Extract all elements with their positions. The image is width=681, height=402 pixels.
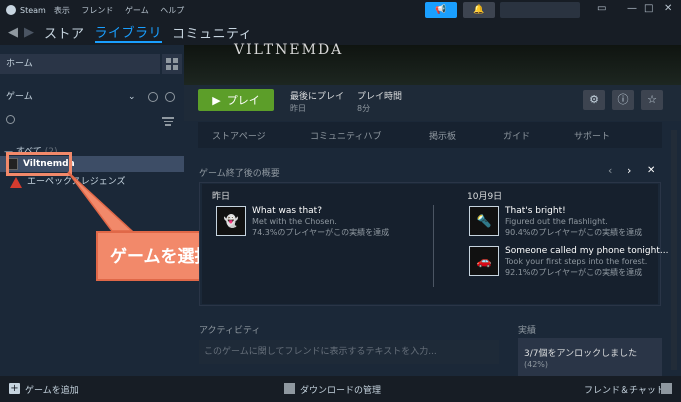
activity-title: アクティビティ bbox=[199, 326, 261, 336]
achievement-percent: 90.4%のプレイヤーがこの実績を達成 bbox=[505, 228, 643, 237]
flashlight-icon: 🔦 bbox=[469, 206, 499, 236]
tab-store-page[interactable]: ストアページ bbox=[212, 129, 266, 142]
play-button[interactable]: ▶ プレイ bbox=[198, 89, 274, 111]
summary-panel bbox=[199, 182, 661, 306]
tab-discussions[interactable]: 掲示板 bbox=[429, 129, 456, 142]
hero-title: VILTNEMDA bbox=[234, 42, 344, 58]
car-icon: 🚗 bbox=[469, 246, 499, 276]
achievement-title: What was that? bbox=[252, 206, 322, 216]
downloads-button[interactable]: ダウンロードの管理 bbox=[300, 383, 381, 396]
ghost-icon: 👻 bbox=[216, 206, 246, 236]
star-icon[interactable]: ☆ bbox=[641, 90, 663, 110]
gear-icon[interactable]: ⚙ bbox=[583, 90, 605, 110]
achievement-desc: Figured out the flashlight. bbox=[505, 217, 608, 226]
achievements-percent: (42%) bbox=[524, 360, 549, 369]
achievement-percent: 92.1%のプレイヤーがこの実績を達成 bbox=[505, 268, 643, 277]
prev-arrow-icon[interactable]: ‹ bbox=[608, 164, 612, 177]
play-label: プレイ bbox=[226, 94, 260, 107]
last-played-label: 最後にプレイ bbox=[290, 92, 345, 102]
achievement-desc: Met with the Chosen. bbox=[252, 217, 337, 226]
scrollbar[interactable] bbox=[671, 130, 677, 370]
callout-text: ゲームを選択 bbox=[110, 247, 212, 267]
achievement-desc: Took your first steps into the forest. bbox=[505, 257, 648, 266]
next-arrow-icon[interactable]: › bbox=[627, 164, 631, 177]
close-summary-icon[interactable]: ✕ bbox=[647, 165, 655, 176]
achievement-title: Someone called my phone tonight... bbox=[505, 246, 669, 256]
add-game-button[interactable]: ゲームを追加 bbox=[25, 383, 79, 396]
achievement-percent: 74.3%のプレイヤーがこの実績を達成 bbox=[252, 228, 390, 237]
summary-divider bbox=[433, 205, 434, 287]
tab-support[interactable]: サポート bbox=[574, 129, 610, 142]
achievement-title: That's bright! bbox=[505, 206, 566, 216]
game-tabs: ストアページ コミュニティハブ 掲示板 ガイド サポート bbox=[198, 122, 662, 148]
achievements-card[interactable]: 3/7個をアンロックしました (42%) bbox=[518, 338, 662, 376]
achievements-unlocked: 3/7個をアンロックしました bbox=[524, 349, 638, 359]
playtime-label: プレイ時間 bbox=[357, 92, 403, 102]
bottom-bar: + ゲームを追加 ダウンロードの管理 フレンド＆チャット bbox=[0, 376, 681, 402]
achievement-item[interactable]: 👻 What was that? Met with the Chosen. 74… bbox=[216, 206, 389, 238]
download-icon[interactable] bbox=[284, 383, 295, 394]
summary-title: ゲーム終了後の概要 bbox=[199, 169, 280, 179]
info-icon[interactable]: ⓘ bbox=[612, 90, 634, 110]
achievement-item[interactable]: 🚗 Someone called my phone tonight... Too… bbox=[469, 246, 668, 278]
activity-input[interactable]: このゲームに関してフレンドに表示するテキストを入力... bbox=[199, 340, 499, 364]
achievement-item[interactable]: 🔦 That's bright! Figured out the flashli… bbox=[469, 206, 642, 238]
last-played-value: 昨日 bbox=[290, 104, 306, 113]
last-played: 最後にプレイ 昨日 bbox=[290, 89, 344, 114]
play-icon: ▶ bbox=[212, 93, 221, 107]
tab-community-hub[interactable]: コミュニティハブ bbox=[310, 129, 381, 142]
right-date: 10月9日 bbox=[467, 192, 503, 202]
achievements-title: 実績 bbox=[518, 326, 537, 336]
friends-icon[interactable] bbox=[661, 383, 672, 394]
friends-chat-button[interactable]: フレンド＆チャット bbox=[584, 383, 665, 396]
playtime-value: 8分 bbox=[357, 104, 371, 113]
playtime: プレイ時間 8分 bbox=[357, 89, 402, 114]
tab-guides[interactable]: ガイド bbox=[503, 129, 530, 142]
add-game-icon[interactable]: + bbox=[9, 383, 20, 394]
left-date: 昨日 bbox=[212, 192, 231, 202]
